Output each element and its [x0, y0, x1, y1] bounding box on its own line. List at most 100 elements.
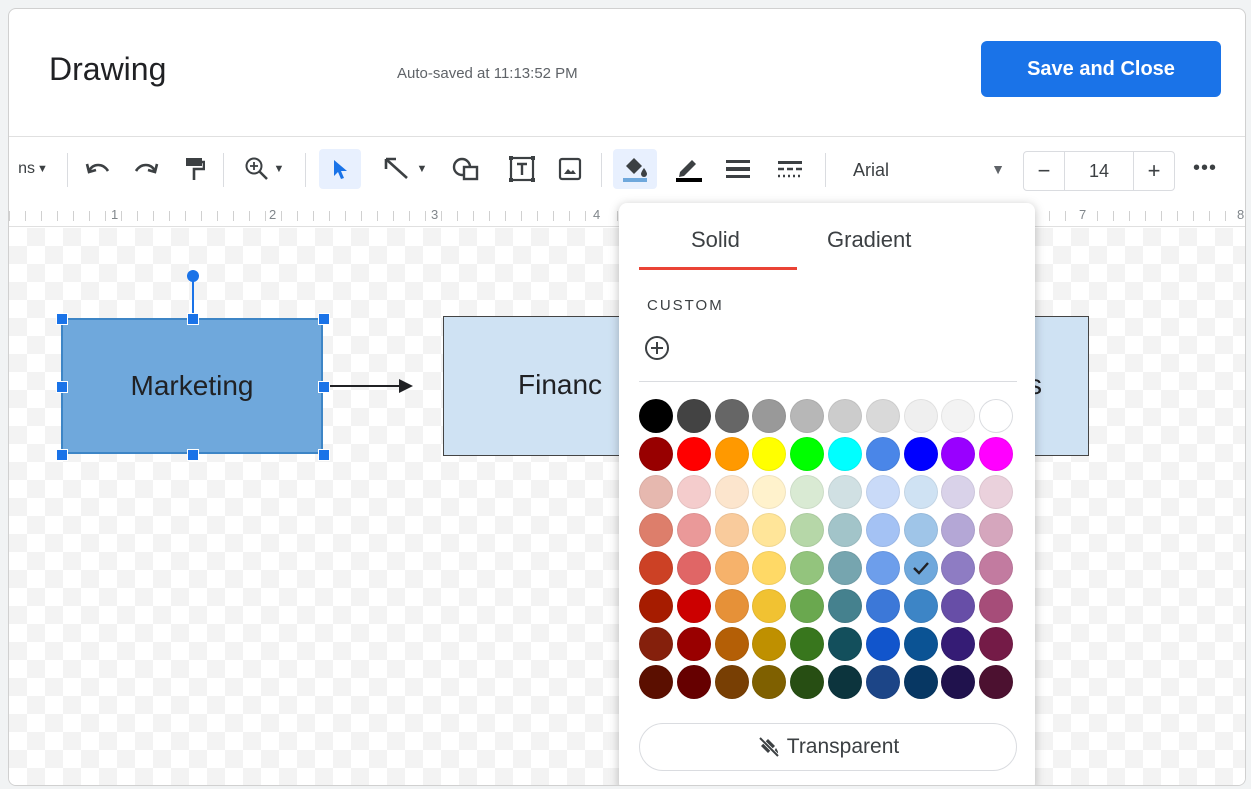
- color-swatch[interactable]: [790, 589, 825, 623]
- color-swatch[interactable]: [676, 551, 711, 585]
- select-tool-button[interactable]: [319, 149, 361, 189]
- color-swatch[interactable]: [714, 437, 749, 471]
- color-swatch[interactable]: [979, 627, 1014, 661]
- more-options-button[interactable]: •••: [1193, 157, 1217, 180]
- color-swatch[interactable]: [714, 513, 749, 547]
- color-swatch[interactable]: [865, 513, 900, 547]
- color-swatch[interactable]: [752, 589, 787, 623]
- marketing-shape[interactable]: Marketing: [61, 318, 323, 454]
- color-swatch[interactable]: [828, 475, 862, 509]
- color-swatch[interactable]: [903, 399, 938, 433]
- line-tool-button[interactable]: ▼: [371, 149, 439, 189]
- color-swatch[interactable]: [979, 399, 1014, 433]
- color-swatch[interactable]: [828, 513, 862, 547]
- color-swatch[interactable]: [714, 551, 749, 585]
- color-swatch[interactable]: [676, 399, 711, 433]
- color-swatch[interactable]: [639, 589, 673, 623]
- font-size-input[interactable]: 14: [1064, 152, 1134, 190]
- color-swatch[interactable]: [903, 589, 938, 623]
- color-swatch[interactable]: [790, 475, 825, 509]
- color-swatch[interactable]: [639, 551, 673, 585]
- fill-color-button[interactable]: [613, 149, 657, 189]
- increase-font-size-button[interactable]: +: [1134, 152, 1174, 190]
- color-swatch[interactable]: [790, 665, 825, 699]
- color-swatch[interactable]: [676, 589, 711, 623]
- resize-handle[interactable]: [318, 313, 330, 325]
- color-swatch[interactable]: [639, 399, 673, 433]
- border-color-button[interactable]: [667, 149, 711, 189]
- color-swatch[interactable]: [752, 437, 787, 471]
- border-weight-button[interactable]: [719, 149, 757, 189]
- tab-solid[interactable]: Solid: [691, 227, 740, 253]
- color-swatch[interactable]: [676, 437, 711, 471]
- color-swatch[interactable]: [865, 589, 900, 623]
- insert-image-button[interactable]: [551, 149, 589, 189]
- color-swatch[interactable]: [903, 551, 938, 585]
- redo-button[interactable]: [127, 149, 165, 189]
- color-swatch[interactable]: [639, 627, 673, 661]
- color-swatch[interactable]: [979, 475, 1014, 509]
- undo-button[interactable]: [79, 149, 117, 189]
- color-swatch[interactable]: [941, 665, 976, 699]
- color-swatch[interactable]: [865, 665, 900, 699]
- color-swatch[interactable]: [790, 513, 825, 547]
- color-swatch[interactable]: [752, 627, 787, 661]
- connector-arrow-line[interactable]: [327, 385, 403, 387]
- color-swatch[interactable]: [941, 627, 976, 661]
- color-swatch[interactable]: [979, 551, 1014, 585]
- font-family-select[interactable]: Arial ▼: [841, 153, 1011, 187]
- color-swatch[interactable]: [676, 665, 711, 699]
- color-swatch[interactable]: [639, 437, 673, 471]
- color-swatch[interactable]: [828, 551, 862, 585]
- save-and-close-button[interactable]: Save and Close: [981, 41, 1221, 97]
- color-swatch[interactable]: [714, 589, 749, 623]
- color-swatch[interactable]: [865, 475, 900, 509]
- resize-handle[interactable]: [318, 449, 330, 461]
- color-swatch[interactable]: [639, 513, 673, 547]
- color-swatch[interactable]: [714, 665, 749, 699]
- color-swatch[interactable]: [979, 437, 1014, 471]
- resize-handle[interactable]: [187, 449, 199, 461]
- color-swatch[interactable]: [865, 399, 900, 433]
- text-box-button[interactable]: [503, 149, 541, 189]
- color-swatch[interactable]: [979, 589, 1014, 623]
- shape-tool-button[interactable]: [447, 149, 485, 189]
- color-swatch[interactable]: [714, 475, 749, 509]
- color-swatch[interactable]: [903, 513, 938, 547]
- color-swatch[interactable]: [828, 665, 862, 699]
- color-swatch[interactable]: [865, 551, 900, 585]
- color-swatch[interactable]: [828, 399, 862, 433]
- color-swatch[interactable]: [903, 475, 938, 509]
- color-swatch[interactable]: [790, 627, 825, 661]
- color-swatch[interactable]: [828, 627, 862, 661]
- color-swatch[interactable]: [941, 513, 976, 547]
- resize-handle[interactable]: [187, 313, 199, 325]
- color-swatch[interactable]: [752, 513, 787, 547]
- rotation-handle[interactable]: [187, 270, 199, 282]
- add-custom-color-button[interactable]: [643, 334, 671, 362]
- color-swatch[interactable]: [714, 627, 749, 661]
- color-swatch[interactable]: [676, 513, 711, 547]
- color-swatch[interactable]: [941, 589, 976, 623]
- transparent-button[interactable]: Transparent: [639, 723, 1017, 771]
- color-swatch[interactable]: [865, 437, 900, 471]
- color-swatch[interactable]: [903, 437, 938, 471]
- color-swatch[interactable]: [941, 475, 976, 509]
- color-swatch[interactable]: [828, 437, 862, 471]
- zoom-button[interactable]: ▼: [235, 149, 293, 189]
- color-swatch[interactable]: [676, 475, 711, 509]
- resize-handle[interactable]: [56, 313, 68, 325]
- color-swatch[interactable]: [865, 627, 900, 661]
- resize-handle[interactable]: [318, 381, 330, 393]
- color-swatch[interactable]: [676, 627, 711, 661]
- resize-handle[interactable]: [56, 381, 68, 393]
- color-swatch[interactable]: [752, 551, 787, 585]
- color-swatch[interactable]: [752, 399, 787, 433]
- color-swatch[interactable]: [979, 665, 1014, 699]
- color-swatch[interactable]: [752, 665, 787, 699]
- border-dash-button[interactable]: [771, 149, 809, 189]
- tab-gradient[interactable]: Gradient: [827, 227, 911, 253]
- color-swatch[interactable]: [639, 475, 673, 509]
- color-swatch[interactable]: [828, 589, 862, 623]
- color-swatch[interactable]: [941, 399, 976, 433]
